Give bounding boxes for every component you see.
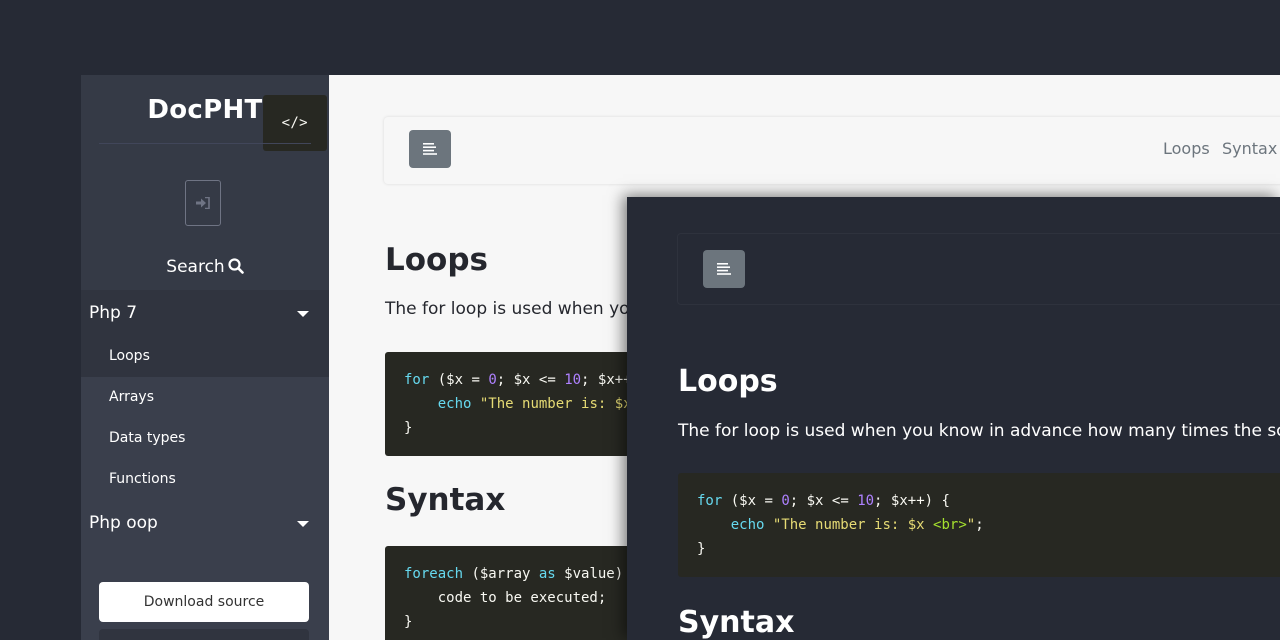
sidebar-header: DocPHT </> Search — [81, 75, 329, 290]
sidebar-divider — [99, 143, 311, 144]
nav-group-label: Php oop — [89, 513, 158, 533]
heading-syntax: Syntax — [385, 482, 506, 518]
dark-theme-screenshot: Loops The for loop is used when you know… — [627, 197, 1280, 640]
login-button[interactable] — [185, 180, 221, 226]
download-source-button[interactable]: Download source — [99, 582, 309, 622]
align-left-icon — [423, 143, 437, 155]
sidebar-item-data-types[interactable]: Data types — [109, 430, 185, 446]
heading-loops: Loops — [678, 364, 778, 399]
topbar-link-loops[interactable]: Loops — [1163, 139, 1210, 158]
logo-text: DocPHT — [147, 95, 263, 125]
sign-in-icon — [196, 197, 210, 209]
code-block-syntax: foreach ($array as $value) { code to be … — [385, 546, 645, 640]
secondary-button[interactable] — [99, 629, 309, 640]
caret-down-icon[interactable] — [297, 521, 309, 527]
heading-syntax: Syntax — [678, 605, 795, 640]
align-left-icon — [717, 263, 731, 275]
code-block-loops: for ($x = 0; $x <= 10; $x++) echo "The n… — [385, 352, 648, 456]
logo[interactable]: DocPHT </> — [81, 95, 329, 151]
sidebar-item-loops[interactable]: Loops — [109, 348, 150, 364]
nav-group-php-oop[interactable]: Php oop — [89, 513, 158, 533]
sidebar-item-arrays[interactable]: Arrays — [109, 389, 154, 405]
sidebar-toggle-button[interactable] — [409, 130, 451, 168]
top-navbar — [384, 117, 1280, 184]
caret-down-icon[interactable] — [297, 311, 309, 317]
search-link[interactable]: Search — [81, 257, 329, 277]
top-navbar — [677, 233, 1280, 305]
sidebar-item-functions[interactable]: Functions — [109, 471, 176, 487]
sidebar: DocPHT </> Search Php 7 Loops Arrays Dat… — [81, 75, 329, 640]
nav-group-label: Php 7 — [89, 303, 138, 323]
sidebar-toggle-button[interactable] — [703, 250, 745, 288]
topbar-link-syntax[interactable]: Syntax — [1222, 139, 1277, 158]
code-block-loops: for ($x = 0; $x <= 10; $x++) { echo "The… — [678, 473, 1280, 577]
loops-description: The for loop is used when you know in ad… — [678, 421, 1280, 441]
heading-loops: Loops — [385, 242, 488, 278]
download-source-label: Download source — [143, 594, 265, 610]
loops-description: The for loop is used when you — [385, 299, 641, 319]
search-label: Search — [166, 257, 225, 277]
search-icon — [228, 258, 244, 274]
nav-group-php7[interactable]: Php 7 — [89, 303, 137, 323]
